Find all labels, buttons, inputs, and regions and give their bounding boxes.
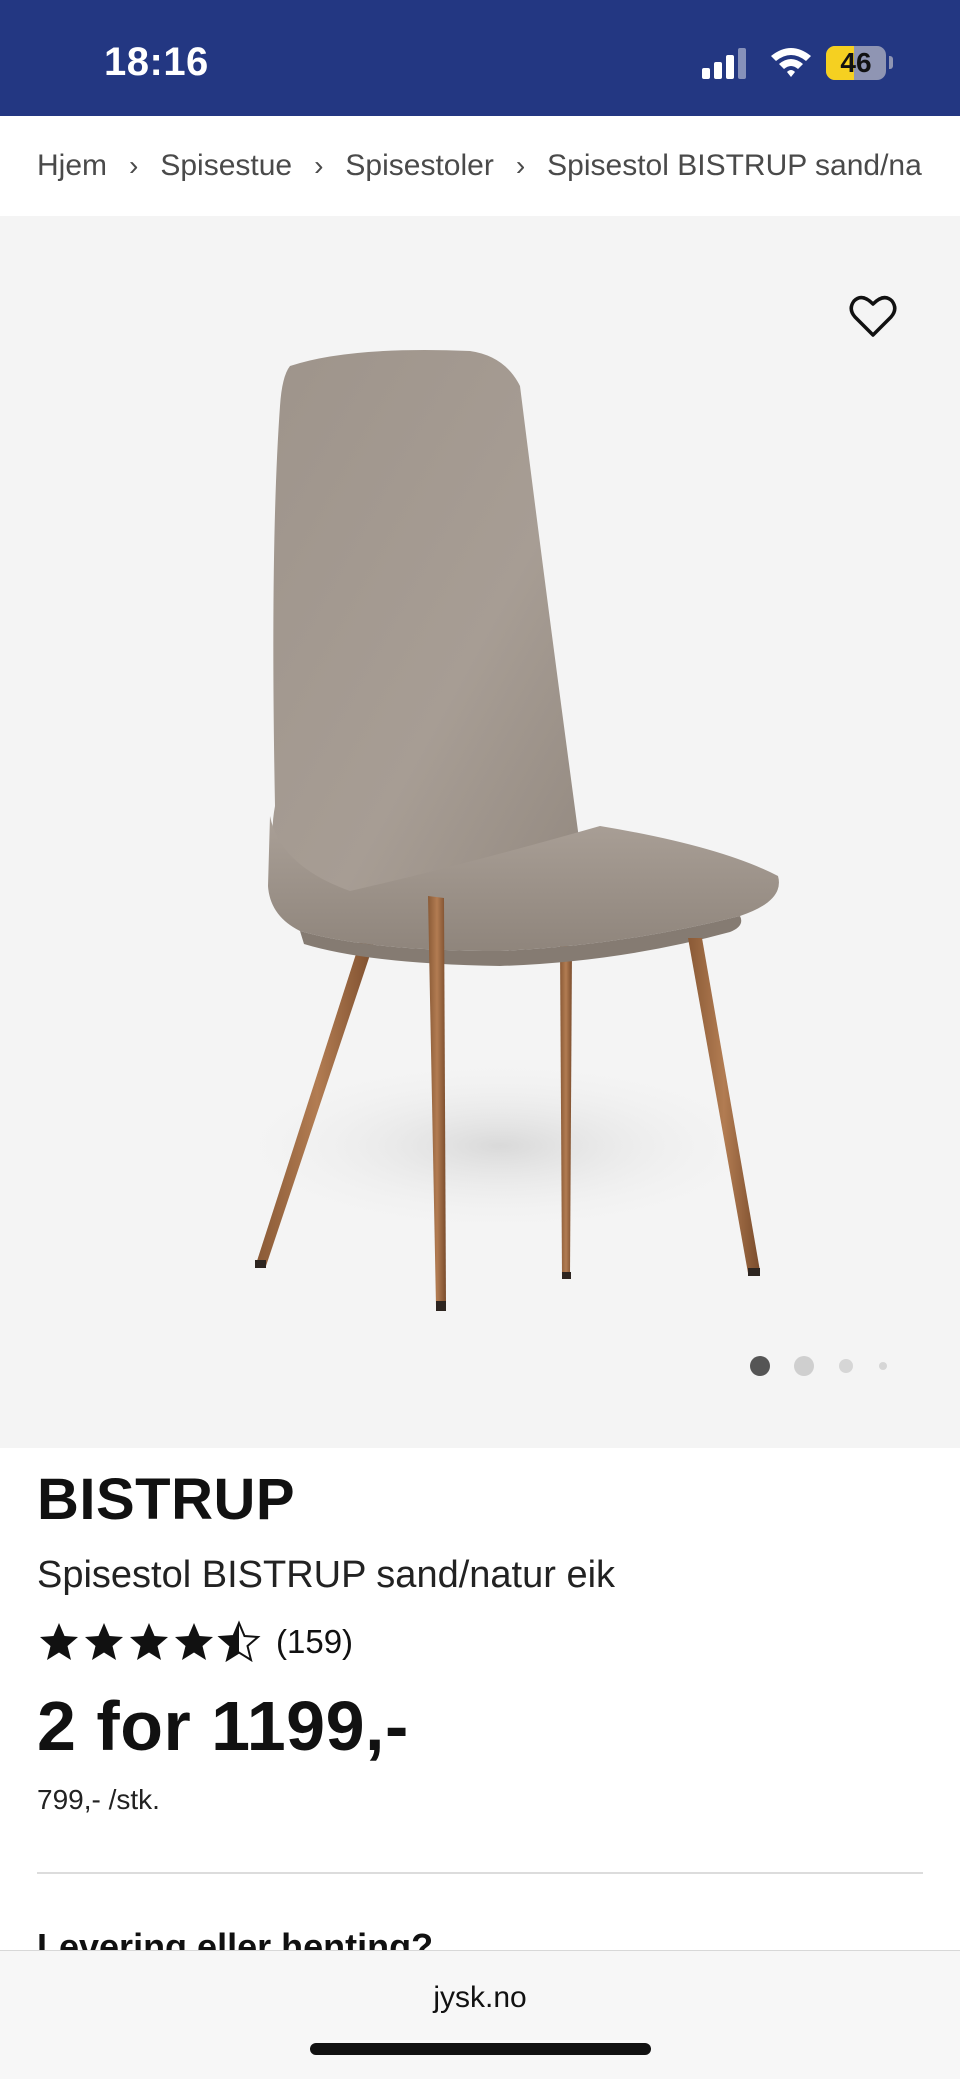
product-gallery[interactable] — [0, 216, 960, 1448]
product-image-chair[interactable] — [200, 346, 820, 1326]
carousel-dot-4[interactable] — [879, 1362, 887, 1370]
star-full-icon — [40, 1623, 78, 1660]
breadcrumb-separator: › — [515, 150, 526, 181]
star-full-icon — [175, 1623, 213, 1660]
signal-icon — [702, 48, 746, 79]
carousel-dot-3[interactable] — [839, 1359, 853, 1373]
product-rating[interactable]: (159) — [37, 1618, 353, 1666]
unit-price: 799,- /stk. — [37, 1784, 160, 1815]
carousel-dots — [0, 1354, 960, 1384]
breadcrumb-item-home[interactable]: Hjem — [37, 149, 107, 183]
battery-level: 46 — [840, 47, 872, 78]
star-full-icon — [85, 1623, 123, 1660]
breadcrumb-item-dining-room[interactable]: Spisestue — [160, 149, 292, 183]
review-count[interactable]: (159) — [276, 1623, 353, 1661]
star-full-icon — [130, 1623, 168, 1660]
status-bar: 18:16 46 — [0, 0, 960, 116]
breadcrumb-separator: › — [314, 150, 324, 181]
rating-stars — [37, 1620, 262, 1664]
status-time: 18:16 — [104, 40, 209, 84]
battery-nub — [889, 56, 893, 69]
product-name: Spisestol BISTRUP sand/natur eik — [37, 1554, 616, 1596]
carousel-dot-2[interactable] — [794, 1356, 814, 1376]
home-indicator[interactable] — [310, 2043, 651, 2055]
breadcrumb-separator: › — [129, 150, 139, 181]
product-price: 2 for 1199,- — [37, 1687, 409, 1765]
breadcrumb-item-current: Spisestol BISTRUP sand/na — [547, 149, 922, 182]
breadcrumb: Hjem › Spisestue › Spisestoler › Spisest… — [0, 116, 960, 216]
star-half-icon — [217, 1620, 261, 1663]
url-text[interactable]: jysk.no — [0, 1981, 960, 2015]
favorite-button[interactable] — [846, 290, 900, 344]
product-brand: BISTRUP — [37, 1467, 296, 1532]
wifi-icon — [771, 48, 811, 77]
divider — [37, 1872, 923, 1874]
carousel-dot-1[interactable] — [750, 1356, 770, 1376]
heart-icon — [849, 295, 897, 337]
breadcrumb-item-dining-chairs[interactable]: Spisestoler — [345, 149, 493, 183]
battery-icon: 46 — [826, 46, 886, 80]
browser-url-bar[interactable]: jysk.no — [0, 1950, 960, 2079]
